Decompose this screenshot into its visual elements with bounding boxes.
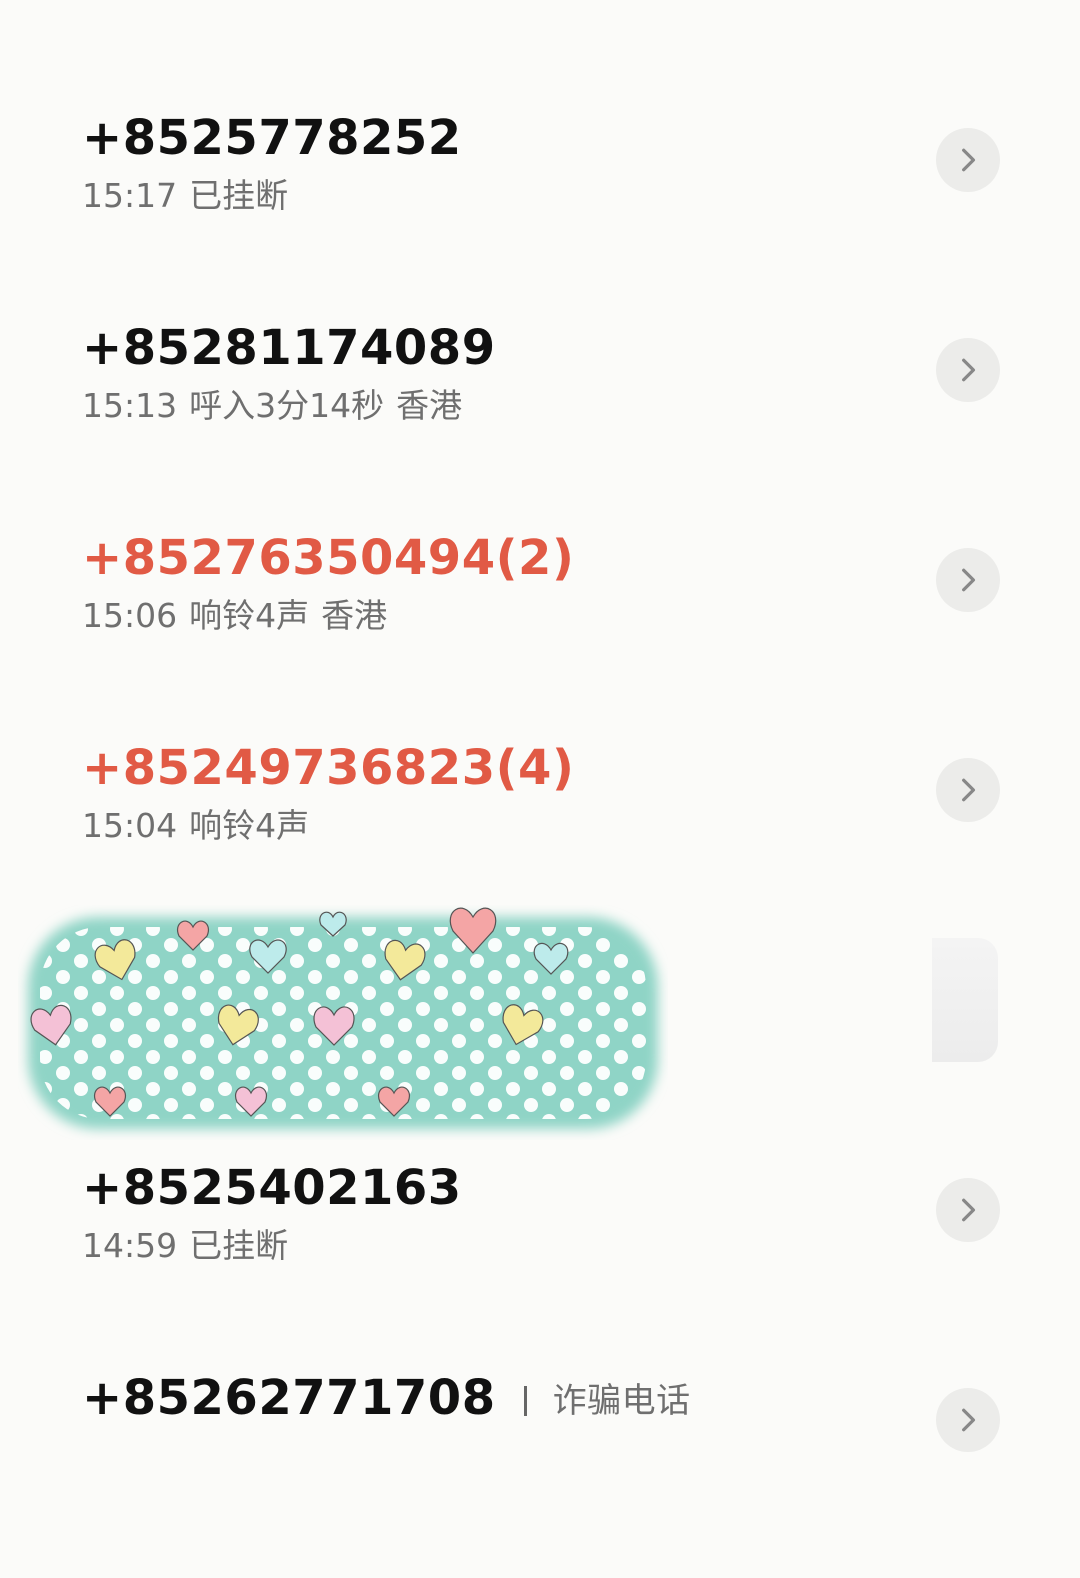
call-number-with-tag: +85262771708 诈骗电话 — [82, 1368, 691, 1431]
call-info-button[interactable] — [936, 338, 1000, 402]
call-status: 响铃4声 — [189, 806, 310, 845]
call-time: 14:59 — [82, 1226, 178, 1265]
call-number-missed: +85249736823(4) — [82, 740, 575, 796]
tag-divider — [523, 1386, 527, 1416]
call-info-button[interactable] — [936, 1178, 1000, 1242]
call-status: 响铃4声 — [189, 596, 310, 635]
call-detail: 15:04 响铃4声 — [82, 804, 321, 848]
call-info-button[interactable] — [936, 128, 1000, 192]
chevron-right-icon — [962, 778, 976, 802]
call-location: 香港 — [396, 386, 463, 425]
chevron-right-icon — [962, 358, 976, 382]
call-tag: 诈骗电话 — [552, 1381, 691, 1421]
call-detail: 15:17 已挂断 — [82, 174, 300, 218]
call-number: +85262771708 — [82, 1370, 496, 1426]
call-log-list: +8525778252 15:17 已挂断 +85281174089 15:13 呼… — [0, 0, 1080, 1452]
call-status: 已挂断 — [189, 1226, 289, 1265]
chevron-right-icon — [962, 1408, 976, 1432]
call-info-button[interactable] — [936, 758, 1000, 822]
chevron-right-icon — [962, 1198, 976, 1222]
chevron-right-icon — [962, 148, 976, 172]
call-number: +85281174089 — [82, 320, 496, 376]
call-location: 香港 — [321, 596, 388, 635]
call-time: 15:06 — [82, 596, 178, 635]
call-status: 已挂断 — [189, 176, 289, 215]
call-time: 15:17 — [82, 176, 178, 215]
call-detail: 15:13 呼入3分14秒 香港 — [82, 384, 474, 428]
call-row[interactable]: +8525778252 15:17 已挂断 — [0, 108, 1080, 318]
call-info-button-obscured[interactable] — [932, 938, 998, 1062]
call-row[interactable]: +85276350494(2) 15:06 响铃4声 香港 — [0, 528, 1080, 738]
polka-dot-heart-sticker — [28, 907, 658, 1129]
call-number: +8525402163 — [82, 1160, 462, 1216]
call-time: 15:13 — [82, 386, 178, 425]
call-row[interactable]: +85262771708 诈骗电话 — [0, 1368, 1080, 1578]
call-row[interactable]: +85281174089 15:13 呼入3分14秒 香港 — [0, 318, 1080, 528]
call-detail: 15:06 响铃4声 香港 — [82, 594, 399, 638]
call-number: +8525778252 — [82, 110, 462, 166]
call-time: 15:04 — [82, 806, 178, 845]
call-number-missed: +85276350494(2) — [82, 530, 575, 586]
call-info-button[interactable] — [936, 1388, 1000, 1452]
call-info-button[interactable] — [936, 548, 1000, 612]
call-status: 呼入3分14秒 — [189, 386, 385, 425]
call-detail: 14:59 已挂断 — [82, 1224, 300, 1268]
chevron-right-icon — [962, 568, 976, 592]
call-row[interactable]: +8525402163 14:59 已挂断 — [0, 1158, 1080, 1368]
